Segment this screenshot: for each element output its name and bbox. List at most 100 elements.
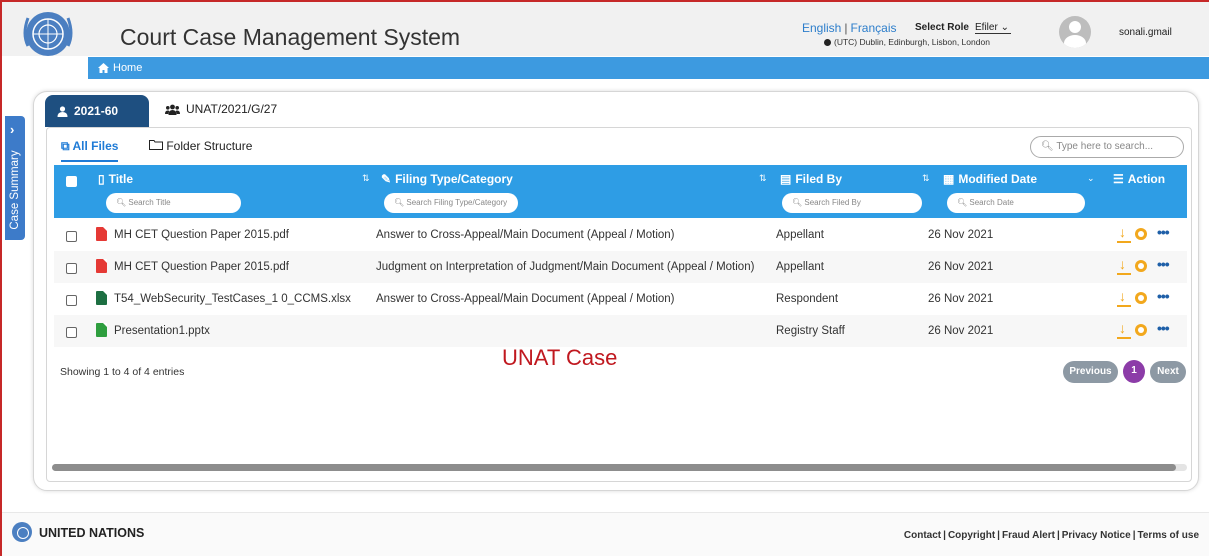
column-action: ☰ Action: [1113, 172, 1165, 186]
home-icon: [98, 63, 109, 73]
row-filing-type: Judgment on Interpretation of Judgment/M…: [376, 261, 755, 273]
search-placeholder: Type here to search...: [1056, 141, 1154, 152]
table-info: Showing 1 to 4 of 4 entries: [60, 366, 185, 378]
clock-icon: [824, 38, 831, 46]
case-summary-label: Case Summary: [9, 150, 21, 230]
column-modified-date-label: Modified Date: [958, 172, 1038, 186]
table-row[interactable]: Presentation1.pptx Registry Staff 26 Nov…: [54, 315, 1187, 347]
horizontal-scrollbar[interactable]: [52, 464, 1187, 471]
column-title[interactable]: ▯ Title: [98, 172, 133, 186]
case-summary-toggle[interactable]: › Case Summary: [5, 116, 25, 240]
date-filter-placeholder: Search Date: [969, 198, 1014, 207]
search-icon: 🔍︎: [792, 198, 803, 207]
footer-links: Contact | Copyright | Fraud Alert | Privacy No…: [904, 530, 1199, 541]
tab-case-unat[interactable]: UNAT/2021/G/27: [165, 102, 277, 116]
privacy-notice-link[interactable]: Privacy Notice: [1062, 530, 1131, 541]
search-icon: 🔍︎: [957, 198, 968, 207]
select-all-checkbox[interactable]: [66, 176, 77, 187]
column-modified-date[interactable]: ▦ Modified Date: [943, 172, 1037, 186]
search-icon: 🔍︎: [1041, 141, 1054, 152]
timezone-info: (UTC) Dublin, Edinburgh, Lisbon, London: [824, 37, 990, 47]
document-icon: ▤: [780, 172, 792, 186]
row-title[interactable]: MH CET Question Paper 2015.pdf: [114, 229, 289, 241]
app-header: Court Case Management System English | Fra…: [2, 0, 1209, 56]
edit-file-icon: ✎: [381, 172, 392, 186]
table-row[interactable]: T54_WebSecurity_TestCases_1 0_CCMS.xlsx …: [54, 283, 1187, 315]
row-checkbox[interactable]: [66, 295, 77, 306]
chevron-down-icon: ⌄: [1000, 22, 1009, 33]
user-icon: [57, 105, 68, 117]
more-options-icon[interactable]: •••: [1157, 320, 1170, 336]
row-date: 26 Nov 2021: [928, 325, 994, 337]
download-icon[interactable]: ↓: [1117, 224, 1131, 243]
filed-by-filter-input[interactable]: 🔍︎ Search Filed By: [782, 193, 922, 213]
role-value: Efiler: [975, 22, 998, 33]
view-icon[interactable]: [1135, 324, 1147, 336]
more-options-icon[interactable]: •••: [1157, 288, 1170, 304]
presentation-file-icon: [96, 323, 107, 337]
tab-all-files[interactable]: ⧉ All Files: [61, 139, 119, 162]
row-filed-by: Appellant: [776, 229, 824, 241]
column-action-label: Action: [1127, 172, 1166, 186]
view-icon[interactable]: [1135, 228, 1147, 240]
table-header: ▯ Title ⇅ ✎ Filing Type/Category ⇅ ▤ Filed …: [54, 165, 1187, 218]
sort-icon[interactable]: ⇅: [759, 173, 767, 184]
search-icon: 🔍︎: [394, 198, 405, 207]
row-filed-by: Respondent: [776, 293, 839, 305]
row-filing-type: Answer to Cross-Appeal/Main Document (Ap…: [376, 229, 675, 241]
app-title: Court Case Management System: [120, 24, 461, 50]
row-checkbox[interactable]: [66, 263, 77, 274]
timezone-text: (UTC) Dublin, Edinburgh, Lisbon, London: [834, 37, 990, 47]
row-filing-type: Answer to Cross-Appeal/Main Document (Ap…: [376, 293, 675, 305]
sort-icon[interactable]: ⇅: [922, 173, 930, 184]
row-checkbox[interactable]: [66, 231, 77, 242]
column-filed-by[interactable]: ▤ Filed By: [780, 172, 842, 186]
pdf-file-icon: [96, 259, 107, 273]
next-page-button[interactable]: Next: [1150, 361, 1186, 383]
pdf-file-icon: [96, 227, 107, 241]
download-icon[interactable]: ↓: [1117, 256, 1131, 275]
view-icon[interactable]: [1135, 292, 1147, 304]
column-filing-type[interactable]: ✎ Filing Type/Category: [381, 172, 513, 186]
tab-folder-structure[interactable]: Folder Structure: [149, 139, 252, 153]
link-separator: |: [943, 530, 946, 541]
sort-icon[interactable]: ⇅: [362, 173, 370, 184]
username[interactable]: sonali.gmail: [1119, 27, 1172, 38]
sort-desc-icon[interactable]: ⌄: [1087, 173, 1095, 184]
fraud-alert-link[interactable]: Fraud Alert: [1002, 530, 1055, 541]
nav-bar: Home: [88, 57, 1209, 79]
view-icon[interactable]: [1135, 260, 1147, 272]
avatar[interactable]: [1059, 16, 1091, 48]
row-filed-by: Registry Staff: [776, 325, 845, 337]
terms-of-use-link[interactable]: Terms of use: [1138, 530, 1200, 541]
download-icon[interactable]: ↓: [1117, 288, 1131, 307]
table-row[interactable]: MH CET Question Paper 2015.pdf Judgment …: [54, 251, 1187, 283]
more-options-icon[interactable]: •••: [1157, 224, 1170, 240]
copyright-link[interactable]: Copyright: [948, 530, 995, 541]
lang-french-link[interactable]: Français: [850, 21, 896, 35]
date-filter-input[interactable]: 🔍︎ Search Date: [947, 193, 1085, 213]
page-1-button[interactable]: 1: [1123, 360, 1145, 383]
title-filter-input[interactable]: 🔍︎ Search Title: [106, 193, 241, 213]
scrollbar-thumb[interactable]: [52, 464, 1176, 471]
role-select[interactable]: Efiler ⌄: [975, 22, 1011, 34]
file-icon: ▯: [98, 172, 105, 186]
tab-case-2021-60[interactable]: 2021-60: [45, 95, 149, 127]
home-link[interactable]: Home: [98, 62, 142, 74]
link-separator: |: [997, 530, 1000, 541]
list-icon: ☰: [1113, 172, 1124, 186]
row-checkbox[interactable]: [66, 327, 77, 338]
download-icon[interactable]: ↓: [1117, 320, 1131, 339]
table-row[interactable]: MH CET Question Paper 2015.pdf Answer to…: [54, 219, 1187, 251]
lang-english-link[interactable]: English: [802, 21, 841, 35]
previous-page-button[interactable]: Previous: [1063, 361, 1118, 383]
row-title[interactable]: MH CET Question Paper 2015.pdf: [114, 261, 289, 273]
contact-link[interactable]: Contact: [904, 530, 941, 541]
footer-org: UNITED NATIONS: [39, 526, 145, 540]
row-title[interactable]: Presentation1.pptx: [114, 325, 210, 337]
row-date: 26 Nov 2021: [928, 229, 994, 241]
search-input[interactable]: 🔍︎ Type here to search...: [1030, 136, 1184, 158]
more-options-icon[interactable]: •••: [1157, 256, 1170, 272]
filing-type-filter-input[interactable]: 🔍︎ Search Filing Type/Category: [384, 193, 518, 213]
row-title[interactable]: T54_WebSecurity_TestCases_1 0_CCMS.xlsx: [114, 293, 351, 305]
